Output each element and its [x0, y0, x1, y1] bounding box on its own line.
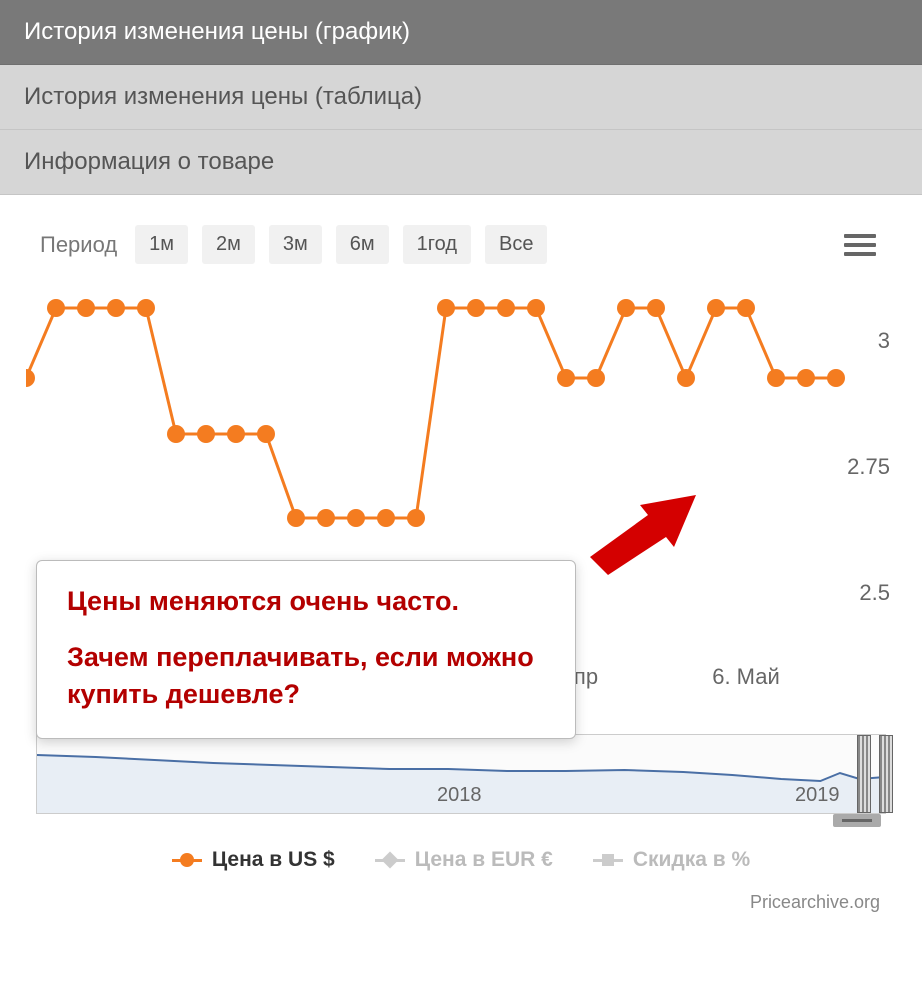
period-6m[interactable]: 6м	[336, 225, 389, 264]
callout-line-2: Зачем переплачивать, если можно купить д…	[67, 639, 545, 712]
chart-container: Период 1м 2м 3м 6м 1год Все 3 2.75 2.5 п…	[0, 195, 922, 923]
navigator-chart[interactable]: 2018 2019	[36, 734, 886, 814]
callout-line-1: Цены меняются очень часто.	[67, 583, 545, 619]
legend-label: Цена в US $	[212, 848, 335, 872]
period-toolbar: Период 1м 2м 3м 6м 1год Все	[16, 215, 906, 284]
x-tick: пр	[574, 664, 598, 690]
footer-attribution: Pricearchive.org	[16, 872, 906, 913]
nav-handle-left[interactable]	[857, 735, 871, 813]
diamond-marker-icon	[375, 859, 405, 862]
promo-callout: Цены меняются очень часто. Зачем перепла…	[36, 560, 576, 739]
legend-label: Цена в EUR €	[415, 848, 553, 872]
y-tick: 2.5	[859, 580, 890, 606]
nav-year: 2019	[795, 784, 840, 807]
y-tick: 3	[878, 328, 890, 354]
x-tick: 6. Май	[712, 664, 780, 690]
tab-price-chart[interactable]: История изменения цены (график)	[0, 0, 922, 65]
period-label: Период	[40, 232, 117, 258]
nav-year: 2018	[437, 784, 482, 807]
arrow-icon	[590, 485, 700, 580]
period-2m[interactable]: 2м	[202, 225, 255, 264]
chart-menu-icon[interactable]	[838, 228, 882, 262]
legend-label: Скидка в %	[633, 848, 750, 872]
y-tick: 2.75	[847, 454, 890, 480]
tab-product-info[interactable]: Информация о товаре	[0, 130, 922, 195]
period-3m[interactable]: 3м	[269, 225, 322, 264]
legend-discount[interactable]: Скидка в %	[593, 848, 750, 872]
period-all[interactable]: Все	[485, 225, 547, 264]
period-1y[interactable]: 1год	[403, 225, 471, 264]
legend-usd[interactable]: Цена в US $	[172, 848, 335, 872]
square-marker-icon	[593, 859, 623, 862]
legend: Цена в US $ Цена в EUR € Скидка в %	[16, 848, 906, 872]
circle-marker-icon	[172, 859, 202, 862]
legend-eur[interactable]: Цена в EUR €	[375, 848, 553, 872]
period-1m[interactable]: 1м	[135, 225, 188, 264]
nav-scroll-grip[interactable]	[833, 814, 881, 827]
nav-handle-right[interactable]	[879, 735, 893, 813]
tab-price-table[interactable]: История изменения цены (таблица)	[0, 65, 922, 130]
